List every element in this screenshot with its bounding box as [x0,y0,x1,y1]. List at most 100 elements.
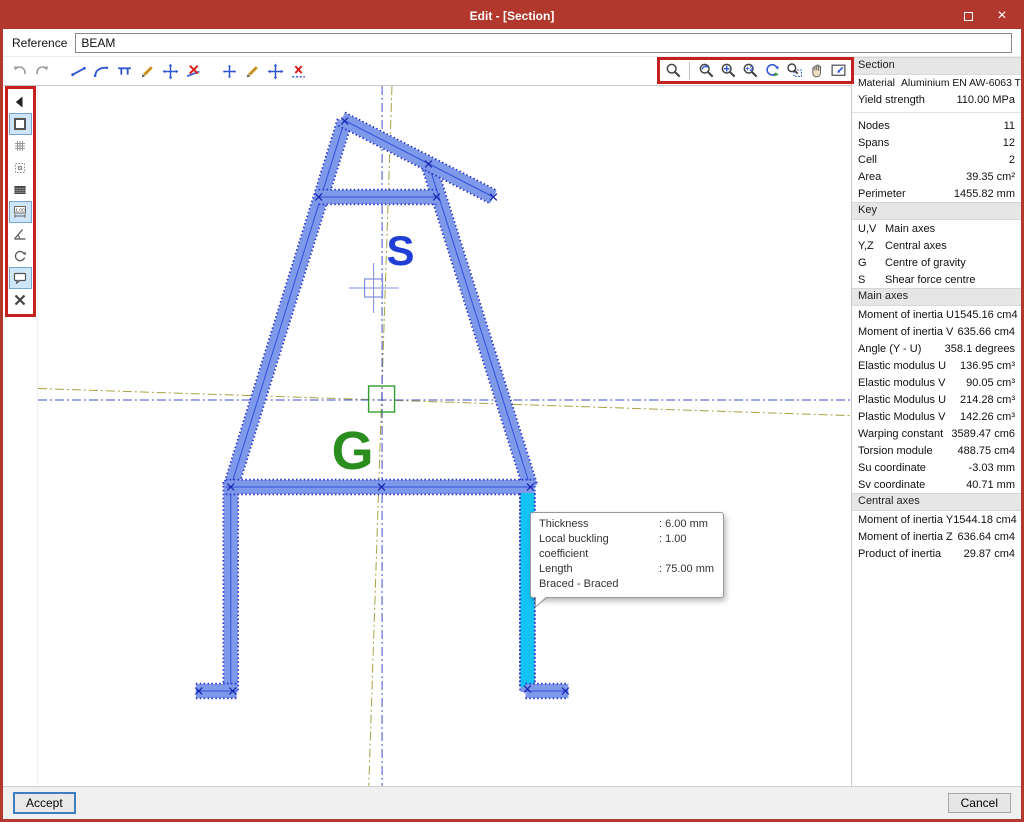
delete-span-icon[interactable] [183,61,203,81]
collapse-arrow-icon [12,94,28,110]
property-label: Plastic Modulus V [858,411,945,423]
rectangle-tool-icon [12,116,28,132]
property-value: 635.66 cm4 [958,326,1015,338]
property-value: Shear force centre [885,274,976,286]
property-label: Elastic modulus V [858,377,945,389]
property-value: Central axes [885,240,947,252]
section-canvas[interactable]: SG Thickness: 6.00 mmLocal buckling coef… [37,86,851,786]
property-label: Warping constant [858,428,943,440]
redo-icon[interactable] [32,61,52,81]
property-label: Material [858,78,895,89]
member-left-post[interactable] [223,482,238,692]
sidebar-button-rotate[interactable] [9,245,32,267]
sidebar-button-mesh[interactable] [9,179,32,201]
edit-span-icon[interactable] [137,61,157,81]
sidebar-button-collapse-arrow[interactable] [9,91,32,113]
property-row: Plastic Modulus V142.26 cm³ [852,408,1021,425]
sidebar-button-comment[interactable] [9,267,32,289]
property-label: Area [858,171,881,183]
sidebar-button-rectangle-tool[interactable] [9,113,32,135]
panel-header: Key [852,202,1021,220]
property-label: U,V [858,223,885,235]
move-node-icon[interactable] [265,61,285,81]
property-value: Aluminium EN AW-6063 T5 [901,78,1021,89]
property-row: Area 39.35 cm² [852,168,1021,185]
property-value: 110.00 MPa [956,94,1015,106]
section-drawing: SG [38,86,851,786]
shear-centre-label: S [387,227,415,274]
property-row: Cell2 [852,151,1021,168]
tooltip-label: Local buckling coefficient [539,532,659,562]
maximize-button[interactable] [951,3,985,29]
member-left-foot[interactable] [196,684,237,699]
property-label: Elastic modulus U [858,360,946,372]
property-row: Elastic modulus U136.95 cm³ [852,357,1021,374]
svg-text:1.00: 1.00 [15,208,25,214]
zoom-previous-icon[interactable] [696,61,716,81]
delete-node-icon[interactable] [288,61,308,81]
tooltip-label: Braced - Braced [539,577,659,592]
property-label: Moment of inertia Z [858,531,953,543]
property-row: Moment of inertia Y1544.18 cm4 [852,511,1021,528]
zoom-double-icon[interactable]: +2 [740,61,760,81]
member-collar-tie[interactable] [319,190,437,205]
property-row: Moment of inertia V635.66 cm4 [852,323,1021,340]
member-bottom-chord[interactable] [226,480,535,495]
member-right-leg[interactable] [421,162,537,489]
property-row: U,VMain axes [852,220,1021,237]
property-row: Perimeter1455.82 mm [852,185,1021,202]
pan-icon[interactable] [806,61,826,81]
zoom-window-icon[interactable] [784,61,804,81]
reference-input[interactable] [75,33,1012,53]
property-row: Material Aluminium EN AW-6063 T5 [852,75,1021,91]
property-label: Su coordinate [858,462,926,474]
sidebar-button-grid[interactable] [9,135,32,157]
draw-segment-icon[interactable] [68,61,88,81]
property-label: Spans [858,137,889,149]
tooltip-value: : 1.00 [659,532,687,562]
property-label: S [858,274,885,286]
zoom-tools-group-highlighted: +2 [657,57,854,84]
property-row: SShear force centre [852,271,1021,288]
member-right-foot[interactable] [525,684,568,699]
rotate-icon [12,248,28,264]
reference-label: Reference [12,36,67,50]
property-label: Perimeter [858,188,906,200]
insert-node-icon[interactable] [219,61,239,81]
svg-text:+2: +2 [745,66,753,73]
fit-window-icon[interactable] [828,61,848,81]
property-value: 11 [1004,120,1015,132]
property-label: Angle (Y - U) [858,343,921,355]
property-label: G [858,257,885,269]
draw-arc-icon[interactable] [91,61,111,81]
property-row: Yield strength110.00 MPa [852,91,1021,108]
accept-button[interactable]: Accept [13,792,76,814]
close-button[interactable]: × [985,3,1019,29]
property-row: Moment of inertia U1545.16 cm4 [852,306,1021,323]
main-row: +2 1.00 SG Thickness: 6.00 mmLocal buckl… [3,57,1021,786]
sidebar-button-tools[interactable] [9,289,32,311]
properties-panel: SectionMaterialAluminium EN AW-6063 T5Yi… [851,57,1021,786]
panel-header: Main axes [852,288,1021,306]
search-icon[interactable] [663,61,683,81]
move-span-icon[interactable] [160,61,180,81]
angle-icon [12,226,28,242]
draw-double-segment-icon[interactable] [114,61,134,81]
sidebar-button-dimension[interactable]: 1.00 [9,201,32,223]
zoom-all-icon[interactable] [718,61,738,81]
cancel-button[interactable]: Cancel [948,793,1011,813]
redraw-icon[interactable] [762,61,782,81]
gravity-centre-label: G [332,421,374,481]
edit-node-icon[interactable] [242,61,262,81]
property-value: 636.64 cm4 [958,531,1015,543]
property-value: 39.35 cm² [966,171,1015,183]
tools-icon [12,292,28,308]
property-value: 1545.16 cm4 [954,309,1018,321]
span-tooltip: Thickness: 6.00 mmLocal buckling coeffic… [530,512,724,598]
property-value: 2 [1009,154,1015,166]
property-row: Y,ZCentral axes [852,237,1021,254]
undo-icon[interactable] [9,61,29,81]
sidebar-button-snap-grid[interactable] [9,157,32,179]
sidebar-button-angle[interactable] [9,223,32,245]
property-row: Torsion module488.75 cm4 [852,442,1021,459]
